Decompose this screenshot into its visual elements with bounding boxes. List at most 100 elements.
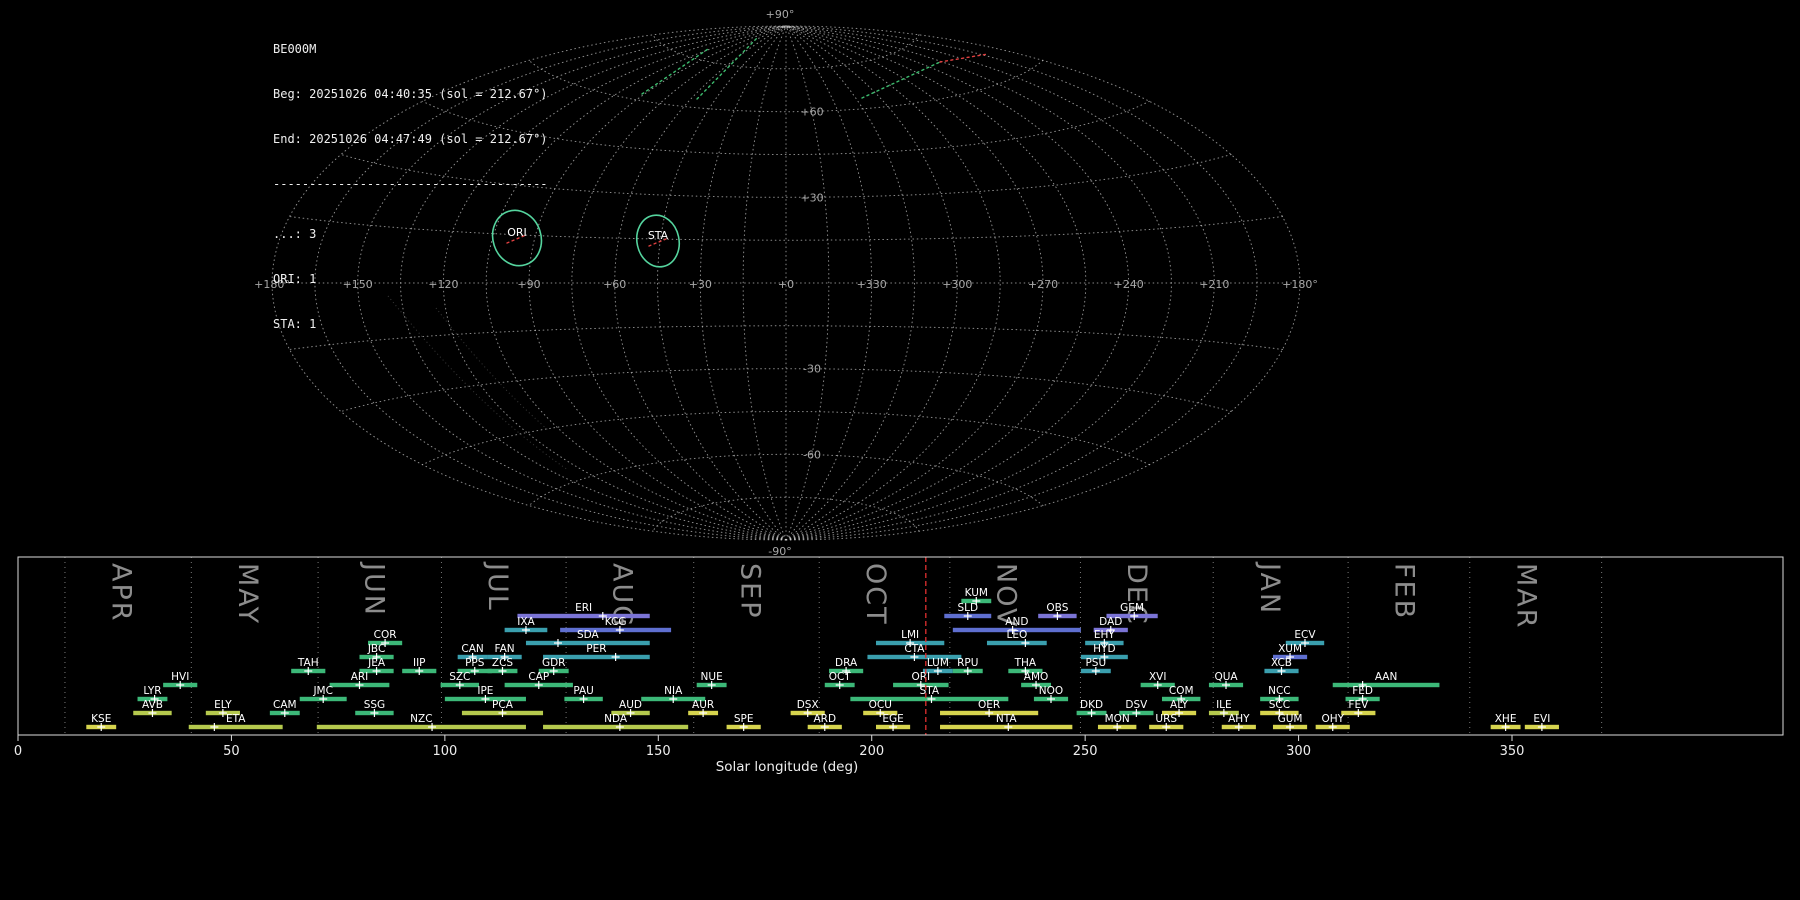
lon-axis-label: +270 [1028,278,1058,291]
shower-activity-NDA: NDA [543,713,688,731]
shower-activity-ARI: ARI [330,671,390,689]
activity-bar [517,614,649,618]
shower-code-label: ELY [214,699,232,711]
shower-code-label: AHY [1228,713,1250,725]
shower-code-label: GDR [542,657,566,669]
shower-code-label: JEA [367,657,386,669]
shower-activity-KSE: KSE [86,713,116,731]
x-tick-label: 250 [1073,744,1098,759]
shower-code-label: NUE [701,671,723,683]
shower-code-label: PSU [1085,657,1106,669]
shower-activity-PCA: PCA [462,699,543,717]
shower-code-label: TAH [297,657,319,669]
month-label: APR [106,563,137,623]
lat-axis-label: -30 [803,363,821,376]
shower-activity-CAP: CAP [505,671,573,689]
lat-axis-label: -60 [803,448,821,461]
month-label: SEP [734,563,765,619]
shower-code-label: DKD [1080,699,1103,711]
shower-code-label: ARI [351,671,369,683]
observation-info-block: BE000M Beg: 20251026 04:40:35 (sol = 212… [273,12,548,362]
shower-code-label: AMO [1024,671,1049,683]
shower-code-label: DRA [835,657,858,669]
month-label: JAN [1254,561,1285,615]
shower-code-label: EVI [1533,713,1550,725]
x-tick-label: 50 [223,744,240,759]
shower-activity-AVB: AVB [133,699,171,717]
shower-code-label: JBC [367,643,385,655]
shower-activity-XHE: XHE [1491,713,1521,731]
x-tick-label: 350 [1500,744,1525,759]
grid-meridian [786,26,1214,540]
lon-axis-label: +240 [1113,278,1143,291]
shower-code-label: JMC [312,685,333,697]
peak-marker [612,653,620,661]
activity-timeline: APRMAYJUNJULAUGSEPOCTNOVDECJANFEBMARKUME… [14,557,1783,775]
shower-code-label: OHY [1321,713,1344,725]
separator-line: -------------------------------------- [273,177,548,192]
shower-code-label: LUM [927,657,949,669]
shower-code-label: ORI [911,671,930,683]
shower-code-label: RPU [957,657,978,669]
lon-axis-label: +300 [942,278,972,291]
meteor-trail [642,49,708,94]
x-tick-label: 0 [14,744,22,759]
lat-axis-label: +60 [800,106,823,119]
shower-code-label: SDA [577,629,600,641]
shower-code-label: SZC [449,671,470,683]
count-sta: STA: 1 [273,317,548,332]
shower-activity-FEV: FEV [1341,699,1375,717]
count-sporadic: ...: 3 [273,227,548,242]
grid-parallel [341,369,1231,412]
shower-code-label: SSG [364,699,385,711]
lat-axis-label: -90° [768,545,791,558]
shower-code-label: SCC [1269,699,1290,711]
shower-code-label: EGE [882,713,903,725]
shower-code-label: ARD [813,713,836,725]
month-label: OCT [860,563,891,626]
shower-code-label: AAN [1375,671,1398,683]
shower-code-label: XVI [1149,671,1166,683]
month-label: FEB [1389,563,1420,620]
month-label: MAR [1510,563,1541,630]
shower-code-label: AUR [692,699,714,711]
shower-code-label: KCG [605,616,627,628]
shower-activity-ZCS: ZCS [488,657,518,675]
meteor-observation-screen: +180°+150+120+90+60+30+0+330+300+270+240… [0,0,1800,900]
shower-activity-PSU: PSU [1081,657,1111,675]
month-label: MAY [232,563,263,625]
grid-parallel [653,35,919,69]
activity-bar [987,641,1047,645]
shower-code-label: STA [920,685,940,697]
shower-activity-QUA: QUA [1209,671,1243,689]
shower-code-label: SPE [734,713,754,725]
shower-code-label: LYR [143,685,161,697]
shower-code-label: CAM [273,699,297,711]
shower-code-label: PCA [492,699,514,711]
shower-code-label: ECV [1294,629,1316,641]
shower-code-label: HVI [171,671,189,683]
shower-activity-MON: MON [1098,713,1136,731]
shower-code-label: OBS [1046,602,1068,614]
month-label: JUN [359,561,390,617]
peak-marker [554,639,562,647]
shower-code-label: DAD [1099,616,1122,628]
shower-code-label: GUM [1278,713,1303,725]
shower-activity-ETA: ETA [189,713,283,731]
shower-activity-RPU: RPU [953,657,983,675]
shower-code-label: PER [586,643,606,655]
shower-activity-AAN: AAN [1333,671,1440,689]
shower-code-label: ETA [226,713,246,725]
shower-code-label: DSX [797,699,819,711]
shower-activity-IXA: IXA [505,616,548,634]
x-tick-label: 150 [646,744,671,759]
shower-code-label: NDA [604,713,628,725]
shower-activity-CAM: CAM [270,699,300,717]
lat-axis-label: +30 [800,191,823,204]
shower-activity-IIP: IIP [402,657,436,675]
shower-code-label: URS [1155,713,1177,725]
station-code: BE000M [273,42,548,57]
shower-code-label: ILE [1216,699,1232,711]
shower-code-label: XUM [1278,643,1302,655]
begin-time: Beg: 20251026 04:40:35 (sol = 212.67°) [273,87,548,102]
